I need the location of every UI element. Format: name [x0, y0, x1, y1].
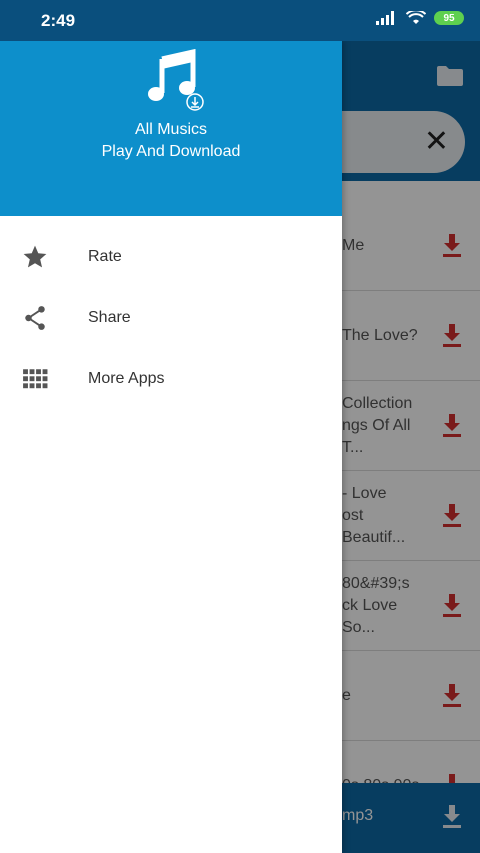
- star-icon: [23, 245, 47, 267]
- drawer-header: All Musics Play And Download: [0, 41, 342, 216]
- menu-item-more-apps[interactable]: More Apps: [0, 348, 342, 409]
- menu-item-label: Rate: [88, 247, 122, 265]
- status-time: 2:49: [41, 11, 76, 30]
- menu-item-share[interactable]: Share: [0, 287, 342, 348]
- grid-icon: [23, 368, 48, 388]
- drawer-app-title: All Musics: [134, 121, 207, 138]
- battery-icon: 95: [434, 11, 464, 25]
- wifi-icon: [406, 11, 426, 24]
- share-icon: [25, 305, 45, 330]
- status-icons: 95: [376, 11, 464, 25]
- signal-icon: [376, 11, 394, 25]
- music-note-icon: [148, 49, 204, 111]
- menu-item-label: More Apps: [88, 369, 165, 387]
- menu-item-rate[interactable]: Rate: [0, 226, 342, 287]
- status-bar: 2:49 95: [0, 0, 480, 41]
- menu-item-label: Share: [88, 308, 131, 326]
- drawer-menu: Rate Share More Apps: [0, 226, 342, 409]
- drawer-app-subtitle: Play And Download: [101, 143, 241, 160]
- navigation-drawer: All Musics Play And Download Rate Share: [0, 41, 342, 853]
